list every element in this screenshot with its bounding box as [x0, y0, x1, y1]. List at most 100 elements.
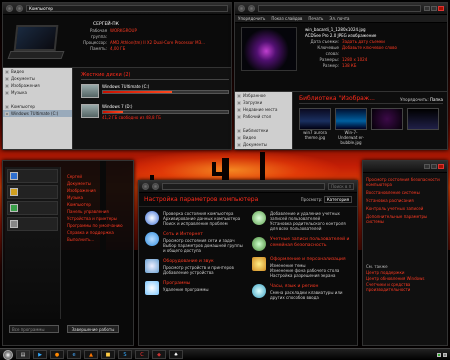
start-link[interactable]: Устройства и принтеры [67, 215, 129, 222]
category-personalization[interactable]: Оформление и персонализация Изменение тем… [252, 257, 351, 278]
network-tray-icon[interactable] [437, 352, 441, 357]
start-link[interactable]: Справка и поддержка [67, 229, 129, 236]
explorer-icon[interactable]: ▤ [16, 350, 30, 359]
image-thumbnail [371, 108, 403, 130]
start-link[interactable]: Программы по умолчанию [67, 222, 129, 229]
games-icon[interactable]: ♠ [169, 350, 183, 359]
nav-item-computer[interactable]: Компьютер [3, 103, 72, 110]
documents-icon [5, 76, 9, 81]
category-programs[interactable]: Программы Удаление программы [145, 281, 244, 295]
task-link[interactable]: Контроль учетных записей [366, 206, 444, 211]
vlc-icon[interactable]: ▲ [84, 350, 98, 359]
desktop-icon [237, 114, 241, 119]
start-orb-icon[interactable] [3, 349, 13, 360]
task-link[interactable]: Восстановление системы [366, 190, 444, 195]
thumbnail-item[interactable] [407, 108, 439, 145]
start-link[interactable]: Изображения [67, 187, 129, 194]
nav-item-drive-c[interactable]: Windows 7Ultimate (C:) [3, 110, 72, 117]
close-button[interactable] [438, 164, 444, 169]
nav-item-documents[interactable]: Документы [235, 141, 292, 148]
close-button[interactable] [438, 6, 444, 11]
back-button[interactable] [6, 5, 13, 12]
nav-item-pictures[interactable]: Изображения [3, 82, 72, 89]
category-system[interactable]: Проверка состояния компьютера Архивирован… [145, 211, 244, 226]
shutdown-button[interactable]: Завершение работы [67, 325, 119, 333]
nav-item-music[interactable]: Музыка [3, 89, 72, 96]
pinned-app[interactable] [7, 201, 58, 215]
back-button[interactable] [142, 183, 149, 190]
forward-button[interactable] [248, 5, 255, 12]
maximize-button[interactable] [431, 164, 437, 169]
task-link[interactable]: Установка расписания [366, 198, 444, 203]
category-accounts[interactable]: Добавление и удаление учетных записей по… [252, 211, 351, 231]
nav-item-libraries[interactable]: Библиотеки [235, 127, 292, 134]
task-link[interactable]: Просмотр состояния безопасности компьюте… [366, 177, 444, 187]
minimize-button[interactable] [424, 164, 430, 169]
firefox-icon[interactable]: ● [50, 350, 64, 359]
app-icon[interactable]: ◆ [152, 350, 166, 359]
start-link[interactable]: Компьютер [67, 201, 129, 208]
task-link[interactable]: Дополнительные параметры системы [366, 214, 444, 224]
thumbnail-item[interactable] [371, 108, 403, 145]
start-menu-links: Сергей Документы Изображения Музыка Комп… [67, 173, 129, 243]
menu-item[interactable]: Показ слайдов [271, 16, 302, 21]
skype-icon[interactable]: S [118, 350, 132, 359]
menu-item[interactable]: Упорядочить [238, 16, 265, 21]
start-link[interactable]: Документы [67, 180, 129, 187]
address-bar[interactable] [162, 183, 325, 190]
category-family-safety[interactable]: Учетные записи пользователей и семейная … [252, 237, 351, 251]
menu-item[interactable]: Печать [308, 16, 323, 21]
thumbnail-item[interactable]: Win-7-Underwat er-bubble.jpg [335, 108, 367, 145]
preview-thumbnail [241, 27, 297, 71]
image-library-window: Упорядочить Показ слайдов Печать Эл. поч… [234, 2, 448, 150]
view-dropdown[interactable]: Категория [323, 196, 352, 203]
nav-item-recent[interactable]: Недавние места [235, 106, 292, 113]
category-clock-region[interactable]: Часы, язык и регион Смена раскладки клави… [252, 284, 351, 300]
pinned-app[interactable] [7, 217, 58, 231]
row-label: Ключевые слова: [317, 45, 339, 56]
computer-window: Компьютер СЕРГЕЙ-ПК Рабочая группа: WORKG… [2, 2, 232, 150]
row-label: Рабочая группа: [90, 28, 107, 39]
maximize-button[interactable] [431, 6, 437, 11]
ccleaner-icon[interactable]: C [135, 350, 149, 359]
category-hardware[interactable]: Оборудование и звук Просмотр устройств и … [145, 259, 244, 275]
media-player-icon[interactable]: ▶ [33, 350, 47, 359]
nav-item-desktop[interactable]: Рабочий стол [235, 113, 292, 120]
nav-item-video[interactable]: Видео [235, 134, 292, 141]
menu-item[interactable]: Эл. почта [329, 16, 349, 21]
address-text: Компьютер [29, 6, 53, 11]
drive-d[interactable]: Windows 7 (D:) 41,2 ГБ свободно из 48,8 … [81, 104, 229, 120]
window-controls [424, 164, 444, 169]
start-search-box[interactable]: Все программы [9, 325, 59, 333]
nav-item-video[interactable]: Видео [3, 68, 72, 75]
search-input[interactable]: Поиск в панели управления [328, 183, 354, 190]
address-bar[interactable] [258, 5, 421, 12]
drive-c[interactable]: Windows 7Ultimate (C:) [81, 84, 229, 98]
pinned-app[interactable] [7, 169, 58, 183]
thumbnail-item[interactable]: win7 aurora theme.jpg [299, 108, 331, 145]
arrange-dropdown[interactable]: Папка [430, 97, 443, 102]
folder-icon[interactable]: ■ [101, 350, 115, 359]
programs-icon [145, 281, 159, 295]
arrange-label: Упорядочить: [400, 96, 429, 102]
downloads-icon [237, 100, 241, 105]
address-bar[interactable]: Компьютер [26, 5, 228, 12]
forward-button[interactable] [16, 5, 23, 12]
start-link[interactable]: Сергей [67, 173, 129, 180]
start-link[interactable]: Музыка [67, 194, 129, 201]
nav-item-favorites[interactable]: Избранное [235, 92, 292, 99]
back-button[interactable] [238, 5, 245, 12]
volume-tray-icon[interactable] [443, 352, 447, 357]
see-also-link[interactable]: Счетчики и средства производительности [366, 282, 444, 292]
nav-item-documents[interactable]: Документы [3, 75, 72, 82]
minimize-button[interactable] [424, 6, 430, 11]
drive-icon [5, 111, 9, 116]
category-network[interactable]: Сеть и Интернет Просмотр состояния сети и… [145, 232, 244, 253]
pinned-app[interactable] [7, 185, 58, 199]
ie-icon[interactable]: e [67, 350, 81, 359]
start-link[interactable]: Выполнить... [67, 236, 129, 243]
start-link[interactable]: Панель управления [67, 208, 129, 215]
drive-name: Windows 7 (D:) [102, 104, 133, 109]
nav-item-downloads[interactable]: Загрузки [235, 99, 292, 106]
forward-button[interactable] [152, 183, 159, 190]
